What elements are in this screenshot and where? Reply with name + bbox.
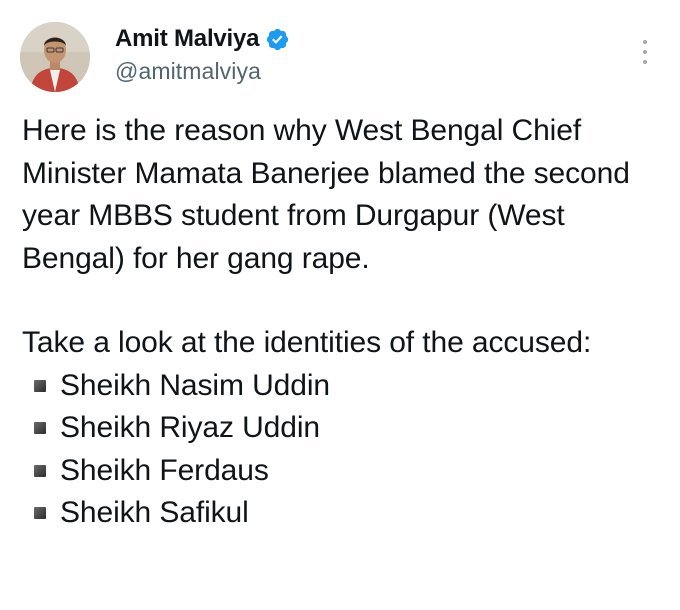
black-small-square-icon	[34, 379, 46, 392]
handle[interactable]: @amitmalviya	[115, 58, 290, 85]
tweet-card: Amit Malviya @amitmalviya Here is the re…	[0, 0, 680, 610]
list-item: Sheikh Safikul	[22, 492, 662, 535]
display-name[interactable]: Amit Malviya	[115, 25, 260, 53]
tweet-paragraph-2: Take a look at the identities of the acc…	[22, 326, 592, 359]
list-item-label: Sheikh Nasim Uddin	[60, 368, 330, 402]
avatar[interactable]	[20, 22, 90, 92]
avatar-image	[20, 22, 90, 92]
tweet-text: Here is the reason why West Bengal Chief…	[22, 110, 662, 535]
list-item-label: Sheikh Ferdaus	[60, 453, 269, 487]
verified-badge-icon[interactable]	[265, 27, 290, 52]
list-item: Sheikh Riyaz Uddin	[22, 407, 662, 450]
list-item: Sheikh Ferdaus	[22, 450, 662, 493]
list-item-label: Sheikh Safikul	[60, 496, 249, 529]
name-row: Amit Malviya	[115, 22, 290, 56]
black-small-square-icon	[34, 422, 46, 435]
accused-list: Sheikh Nasim Uddin Sheikh Riyaz Uddin Sh…	[22, 365, 662, 535]
black-small-square-icon	[34, 464, 46, 477]
tweet-paragraph-1: Here is the reason why West Bengal Chief…	[22, 114, 630, 275]
list-item: Sheikh Nasim Uddin	[22, 365, 662, 408]
author-block: Amit Malviya @amitmalviya	[115, 22, 290, 85]
list-item-label: Sheikh Riyaz Uddin	[60, 411, 320, 444]
more-options-icon[interactable]	[638, 38, 652, 66]
black-small-square-icon	[34, 507, 46, 520]
